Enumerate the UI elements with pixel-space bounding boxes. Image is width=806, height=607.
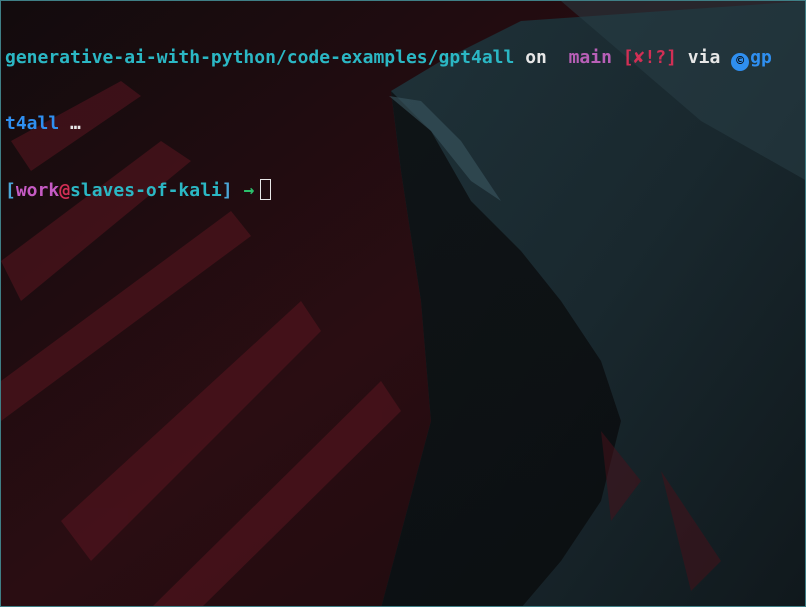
- prompt-line-3[interactable]: [work@slaves-of-kali] →: [5, 179, 801, 201]
- terminal-output: generative-ai-with-python/code-examples/…: [5, 3, 801, 245]
- text-cursor[interactable]: [260, 179, 272, 200]
- prompt-line-1: generative-ai-with-python/code-examples/…: [5, 47, 801, 71]
- prompt-host: slaves-of-kali: [70, 180, 222, 201]
- prompt-line-2: t4all …: [5, 113, 801, 135]
- git-status-indicator: [✘!?]: [622, 47, 677, 68]
- python-env-name-part2: t4all: [5, 113, 60, 134]
- ellipsis-indicator: …: [70, 113, 81, 134]
- prompt-arrow-icon: →: [243, 180, 255, 201]
- python-icon: ©: [731, 53, 750, 71]
- python-env-name-part1: gp: [750, 47, 772, 68]
- git-branch-name: main: [568, 47, 612, 68]
- current-directory-path: generative-ai-with-python/code-examples/…: [5, 47, 515, 68]
- on-label: on: [525, 47, 547, 68]
- prompt-bracket-open: [: [5, 180, 16, 201]
- via-label: via: [687, 47, 721, 68]
- prompt-at-sign: @: [59, 180, 71, 201]
- prompt-bracket-close: ]: [221, 180, 233, 201]
- terminal-window[interactable]: generative-ai-with-python/code-examples/…: [0, 0, 806, 607]
- prompt-user: work: [15, 180, 60, 201]
